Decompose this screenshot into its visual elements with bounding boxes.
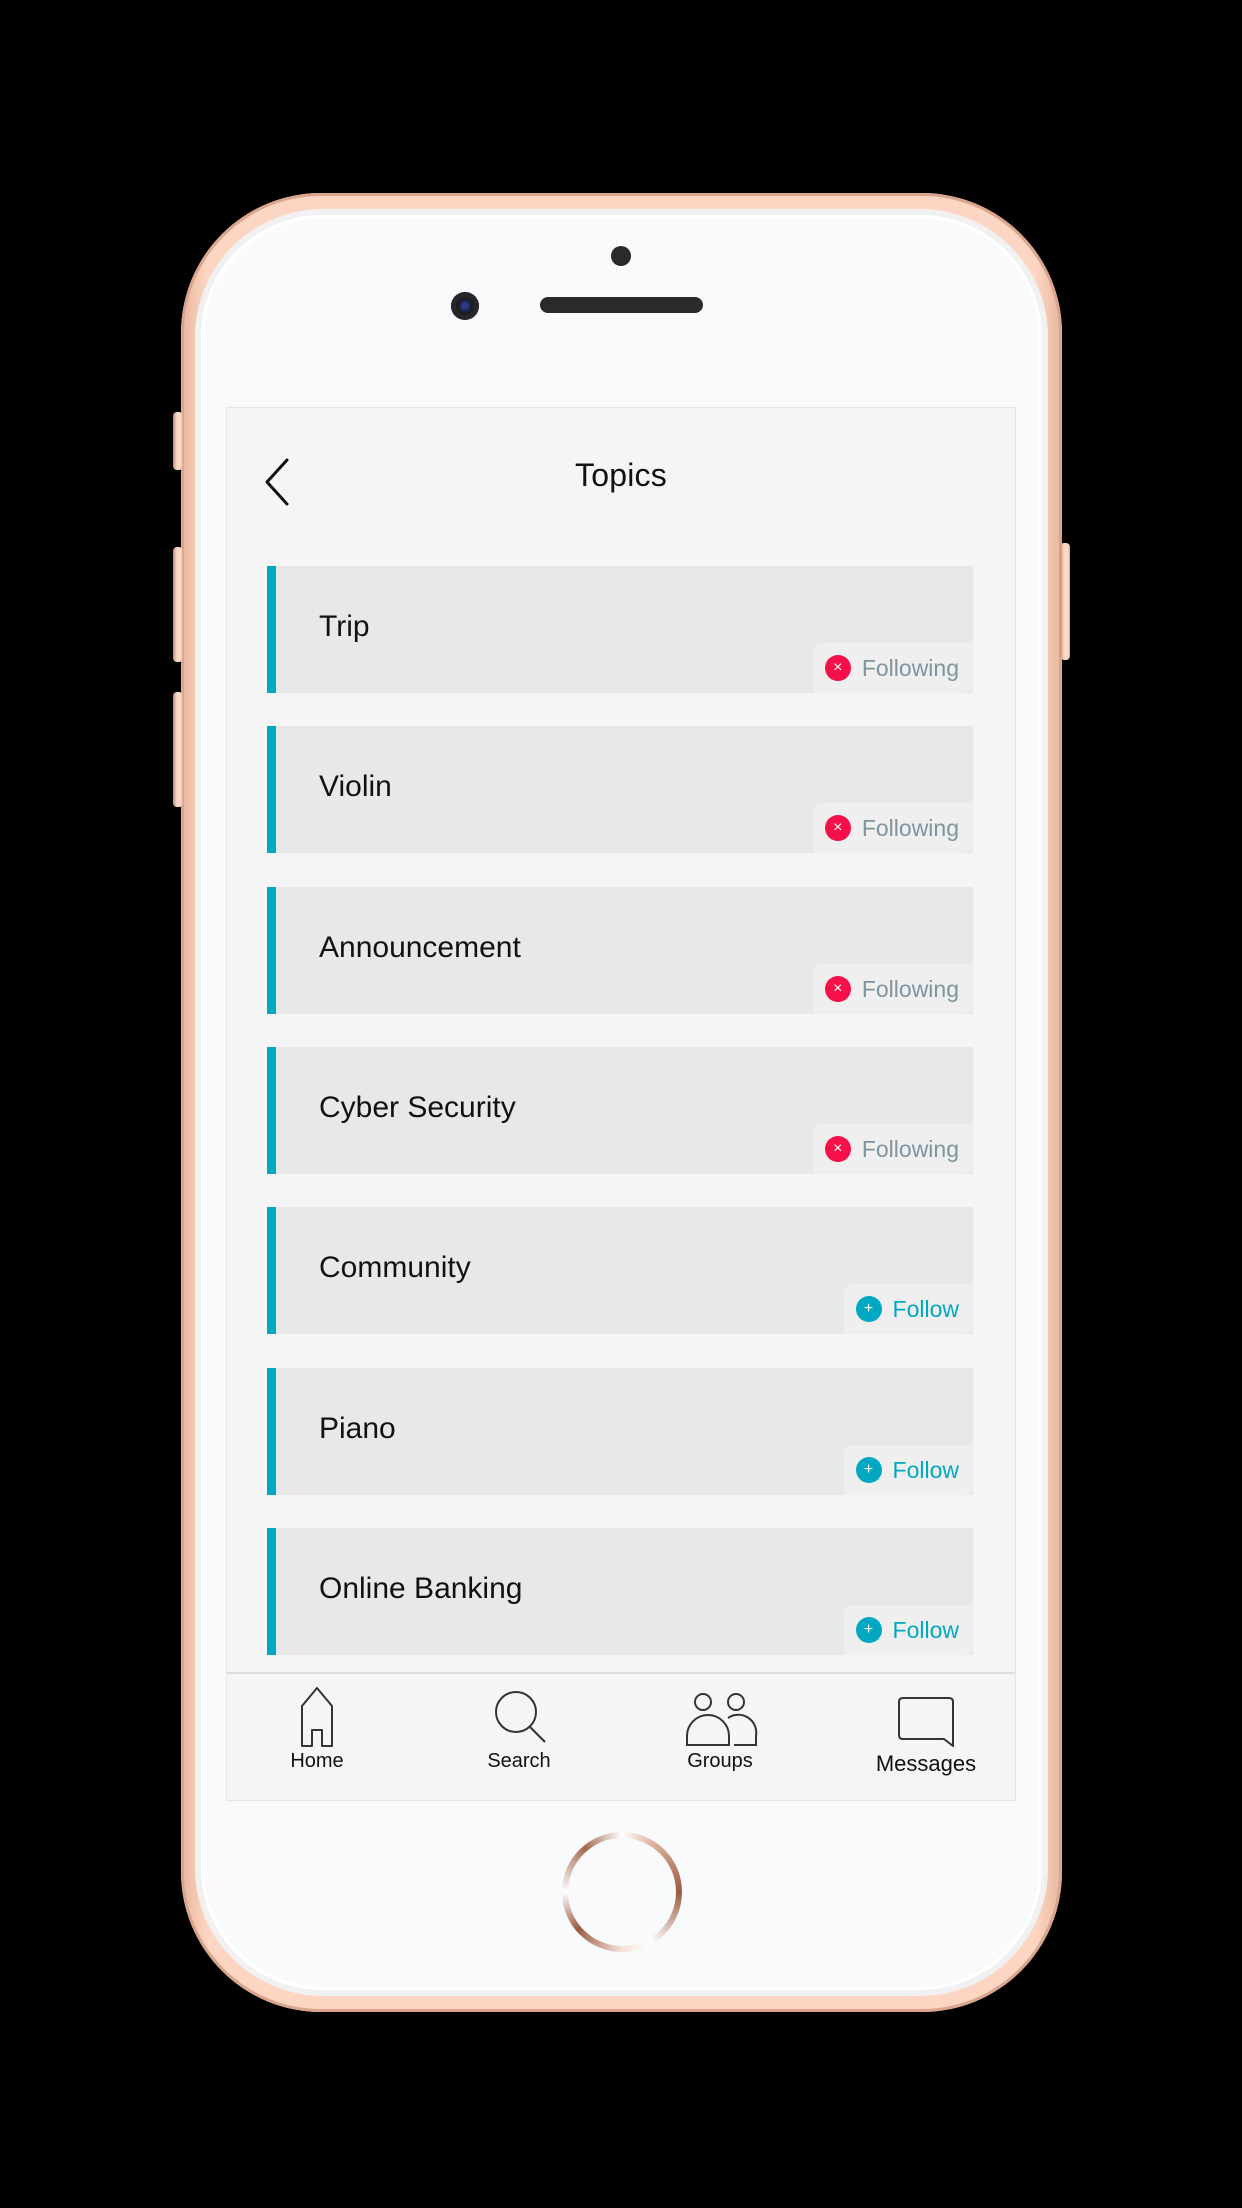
nav-item-messages[interactable]: Messages (851, 1674, 1001, 1800)
topic-accent-bar (267, 1207, 276, 1334)
home-hardware-button[interactable] (562, 1832, 682, 1952)
follow-status-label: Following (861, 654, 959, 681)
message-icon (898, 1697, 954, 1747)
unfollow-button[interactable]: × Following (812, 1124, 973, 1174)
unfollow-button[interactable]: × Following (812, 643, 973, 693)
nav-label-messages: Messages (875, 1751, 977, 1776)
close-circle-icon: × (824, 655, 851, 681)
follow-status-label: Follow (892, 1616, 959, 1643)
topic-name: Piano (319, 1412, 396, 1445)
unfollow-button[interactable]: × Following (812, 803, 973, 853)
home-icon (301, 1687, 333, 1747)
follow-status-label: Follow (892, 1295, 959, 1322)
follow-status-label: Following (861, 975, 959, 1002)
follow-button[interactable]: + Follow (843, 1445, 973, 1495)
plus-circle-icon: + (855, 1617, 882, 1643)
earpiece-speaker (540, 297, 703, 313)
page-title: Topics (575, 457, 667, 493)
unfollow-button[interactable]: × Following (812, 964, 973, 1014)
close-circle-icon: × (824, 1136, 851, 1162)
follow-button[interactable]: + Follow (843, 1284, 973, 1334)
plus-circle-icon: + (855, 1296, 882, 1322)
topic-name: Trip (319, 610, 370, 643)
topic-name: Community (319, 1251, 471, 1284)
close-circle-icon: × (824, 815, 851, 841)
search-icon (495, 1691, 546, 1743)
topic-card[interactable]: Announcement × Following (267, 887, 973, 1014)
topic-accent-bar (267, 1528, 276, 1655)
topic-card[interactable]: Online Banking + Follow (267, 1528, 973, 1655)
mute-switch (173, 412, 183, 470)
nav-label-home: Home (290, 1750, 344, 1772)
groups-icon (686, 1693, 758, 1746)
front-camera-icon (451, 292, 479, 320)
follow-status-label: Follow (892, 1456, 959, 1483)
topic-accent-bar (267, 1047, 276, 1174)
plus-circle-icon: + (855, 1457, 882, 1483)
nav-item-search[interactable]: Search (444, 1674, 594, 1800)
nav-label-groups: Groups (687, 1750, 753, 1772)
nav-item-home[interactable]: Home (242, 1674, 392, 1800)
topic-accent-bar (267, 726, 276, 853)
topic-name: Violin (319, 770, 392, 803)
app-screen: Topics Trip × Following Violin × Following Ann… (227, 408, 1015, 1800)
follow-status-label: Following (861, 1135, 959, 1162)
topic-card[interactable]: Piano + Follow (267, 1368, 973, 1495)
topic-card[interactable]: Cyber Security × Following (267, 1047, 973, 1174)
topic-accent-bar (267, 887, 276, 1014)
nav-label-search: Search (487, 1750, 551, 1772)
proximity-sensor (611, 246, 631, 266)
topic-accent-bar (267, 566, 276, 693)
topic-name: Announcement (319, 931, 521, 964)
topic-card[interactable]: Community + Follow (267, 1207, 973, 1334)
topic-name: Cyber Security (319, 1091, 516, 1124)
volume-down-button (173, 692, 183, 807)
volume-up-button (173, 547, 183, 662)
topic-card[interactable]: Violin × Following (267, 726, 973, 853)
close-circle-icon: × (824, 976, 851, 1002)
bottom-nav: Home Search Groups Messages (227, 1672, 1015, 1800)
topic-accent-bar (267, 1368, 276, 1495)
follow-button[interactable]: + Follow (843, 1605, 973, 1655)
power-button (1060, 543, 1070, 660)
topic-name: Online Banking (319, 1572, 523, 1605)
nav-item-groups[interactable]: Groups (645, 1674, 795, 1800)
topic-card[interactable]: Trip × Following (267, 566, 973, 693)
follow-status-label: Following (861, 814, 959, 841)
